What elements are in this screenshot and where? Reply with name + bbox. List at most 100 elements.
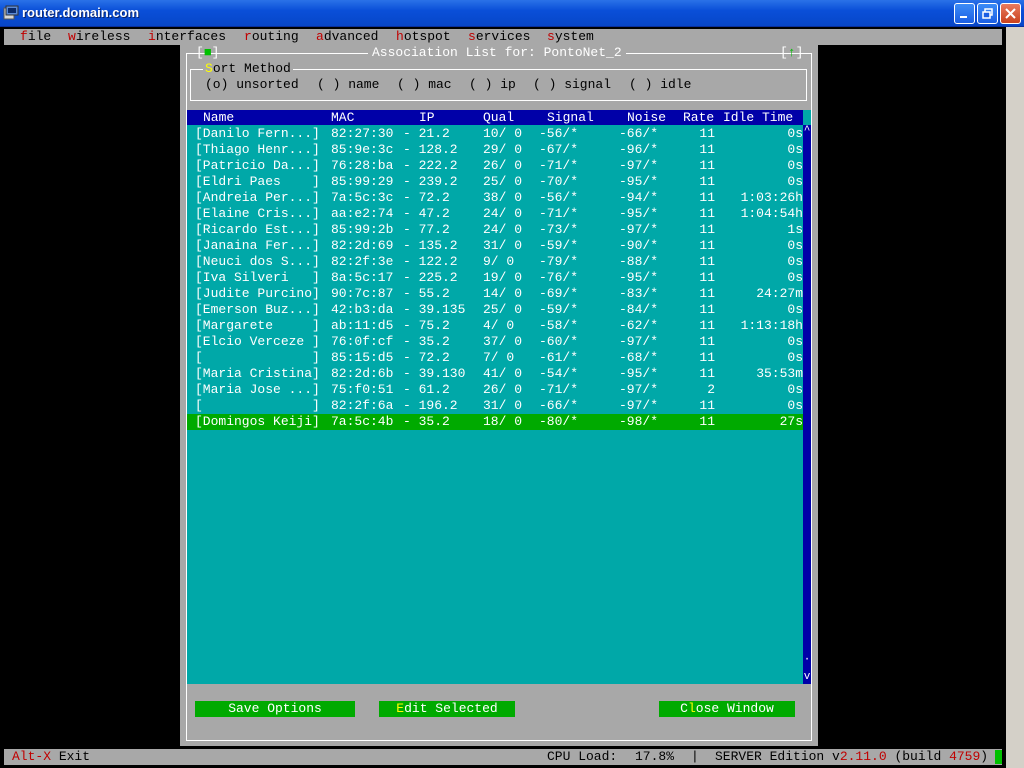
exit-shortcut[interactable]: Alt-X Exit [12, 749, 90, 765]
cell-noise: -97/* [619, 158, 659, 173]
menu-system[interactable]: system [547, 29, 594, 45]
cell-mac: aa:e2:74 [331, 206, 394, 221]
cell-name: [Emerson Buz...] [195, 302, 320, 317]
close-icon [1005, 8, 1016, 19]
table-row[interactable]: [Elcio Verceze ] 76:0f:cf - 35.2 37/ 0 -60/*… [187, 334, 803, 350]
restore-button[interactable] [977, 3, 998, 24]
close-button[interactable] [1000, 3, 1021, 24]
table-row[interactable]: [Margarete ] ab:11:d5 - 75.2 4/ 0 -58/* -62/*… [187, 318, 803, 334]
table-row[interactable]: [Emerson Buz...] 42:b3:da - 39.135 25/ 0 -59… [187, 302, 803, 318]
window-titlebar[interactable]: router.domain.com [0, 0, 1024, 27]
menu-hotspot[interactable]: hotspot [396, 29, 451, 45]
cell-mac: 7a:5c:3c [331, 190, 394, 205]
column-noise[interactable]: Noise [627, 110, 666, 125]
cell-name: [Elcio Verceze ] [195, 334, 320, 349]
cell-noise: -66/* [619, 126, 659, 141]
scroll-thumb[interactable]: · [803, 655, 811, 666]
table-row[interactable]: [Maria Cristina] 82:2d:6b - 39.130 41/ 0 -54… [187, 366, 803, 382]
cell-qual: 25/ 0 [483, 174, 523, 189]
column-signal[interactable]: Signal [547, 110, 594, 125]
cell-rate: 11 [699, 238, 715, 253]
dialog-close-control[interactable]: [■] [196, 46, 219, 60]
minimize-button[interactable] [954, 3, 975, 24]
sort-option-idle[interactable]: ( ) idle [629, 78, 691, 92]
cell-qual: 24/ 0 [483, 222, 523, 237]
table-row[interactable]: [Eldri Paes ] 85:99:29 - 239.2 25/ 0 -70/* -9… [187, 174, 803, 190]
cell-qual: 4/ 0 [483, 318, 515, 333]
cell-mac: 85:9e:3c [331, 142, 394, 157]
table-row[interactable]: [Janaina Fer...] 82:2d:69 - 135.2 31/ 0 -59/… [187, 238, 803, 254]
cell-signal: -60/* [539, 334, 579, 349]
close-window-button[interactable]: Close Window [659, 701, 795, 717]
edit-selected-button[interactable]: Edit Selected [379, 701, 515, 717]
table-row[interactable]: [Judite Purcino] 90:7c:87 - 55.2 14/ 0 -69/*… [187, 286, 803, 302]
table-row[interactable]: [Domingos Keiji] 7a:5c:4b - 35.2 18/ 0 -80/*… [187, 414, 803, 430]
cell-qual: 37/ 0 [483, 334, 523, 349]
menu-interfaces[interactable]: interfaces [148, 29, 226, 45]
column-ip[interactable]: IP [419, 110, 435, 125]
cell-mac: 76:0f:cf [331, 334, 394, 349]
column-idle-time[interactable]: Idle Time [723, 110, 793, 125]
cell-name: [Patricio Da...] [195, 158, 320, 173]
sort-option-ip[interactable]: ( ) ip [469, 78, 516, 92]
column-qual[interactable]: Qual [483, 110, 514, 125]
sort-option-unsorted[interactable]: (o) unsorted [205, 78, 299, 92]
cell-ip: - 72.2 [403, 190, 450, 205]
cell-name: [Domingos Keiji] [195, 414, 320, 429]
cell-idle: 24:27m [756, 286, 803, 301]
dialog-zoom-control[interactable]: [↑] [780, 46, 803, 60]
scroll-down-arrow-icon[interactable]: v [803, 672, 811, 683]
menu-advanced[interactable]: advanced [316, 29, 378, 45]
sort-option-mac[interactable]: ( ) mac [397, 78, 452, 92]
list-scrollbar[interactable]: ^ · v [803, 125, 811, 684]
cell-noise: -88/* [619, 254, 659, 269]
table-row[interactable]: [Patricio Da...] 76:28:ba - 222.2 26/ 0 -71/… [187, 158, 803, 174]
column-rate[interactable]: Rate [683, 110, 714, 125]
column-mac[interactable]: MAC [331, 110, 354, 125]
scroll-up-arrow-icon[interactable]: ^ [803, 126, 811, 137]
cell-mac: 90:7c:87 [331, 286, 394, 301]
menu-routing[interactable]: routing [244, 29, 299, 45]
association-list[interactable]: Name MAC IP Qual Signal Noise Rate Idle … [187, 110, 811, 684]
menu-file[interactable]: file [20, 29, 51, 45]
cell-idle: 0s [787, 398, 803, 413]
cell-rate: 11 [699, 270, 715, 285]
cell-rate: 11 [699, 414, 715, 429]
table-row[interactable]: [Maria Jose ...] 75:f0:51 - 61.2 26/ 0 -71/*… [187, 382, 803, 398]
cell-name: [Iva Silveri ] [195, 270, 320, 285]
cell-ip: - 39.130 [403, 366, 466, 381]
sort-option-signal[interactable]: ( ) signal [533, 78, 611, 92]
cell-idle: 1:13:18h [740, 318, 803, 333]
cell-noise: -97/* [619, 398, 659, 413]
cell-signal: -71/* [539, 206, 579, 221]
cell-ip: - 122.2 [403, 254, 458, 269]
table-row[interactable]: [ ] 82:2f:6a - 196.2 31/ 0 -66/* -97/* 11 0s [187, 398, 803, 414]
column-name[interactable]: Name [203, 110, 234, 125]
table-row[interactable]: [Neuci dos S...] 82:2f:3e - 122.2 9/ 0 -79/*… [187, 254, 803, 270]
cell-qual: 7/ 0 [483, 350, 515, 365]
table-row[interactable]: [Elaine Cris...] aa:e2:74 - 47.2 24/ 0 -71/*… [187, 206, 803, 222]
table-row[interactable]: [ ] 85:15:d5 - 72.2 7/ 0 -61/* -68/* 11 0s [187, 350, 803, 366]
cell-signal: -69/* [539, 286, 579, 301]
table-row[interactable]: [Danilo Fern...] 82:27:30 - 21.2 10/ 0 -56/*… [187, 126, 803, 142]
cpu-load-label: CPU Load: [547, 749, 618, 764]
cell-name: [Eldri Paes ] [195, 174, 320, 189]
cell-qual: 29/ 0 [483, 142, 523, 157]
cell-idle: 0s [787, 238, 803, 253]
save-options-button[interactable]: Save Options [195, 701, 355, 717]
menu-wireless[interactable]: wireless [68, 29, 130, 45]
cell-qual: 38/ 0 [483, 190, 523, 205]
cell-signal: -61/* [539, 350, 579, 365]
table-row[interactable]: [Andreia Per...] 7a:5c:3c - 72.2 38/ 0 -56/*… [187, 190, 803, 206]
cell-noise: -95/* [619, 174, 659, 189]
cell-noise: -95/* [619, 270, 659, 285]
sort-option-name[interactable]: ( ) name [317, 78, 379, 92]
cell-noise: -97/* [619, 382, 659, 397]
cell-rate: 11 [699, 158, 715, 173]
menu-services[interactable]: services [468, 29, 530, 45]
table-row[interactable]: [Thiago Henr...] 85:9e:3c - 128.2 29/ 0 -67/… [187, 142, 803, 158]
table-row[interactable]: [Iva Silveri ] 8a:5c:17 - 225.2 19/ 0 -76/* -… [187, 270, 803, 286]
terminal-scrollbar-track[interactable] [1006, 27, 1024, 768]
table-row[interactable]: [Ricardo Est...] 85:99:2b - 77.2 24/ 0 -73/*… [187, 222, 803, 238]
cell-qual: 18/ 0 [483, 414, 523, 429]
